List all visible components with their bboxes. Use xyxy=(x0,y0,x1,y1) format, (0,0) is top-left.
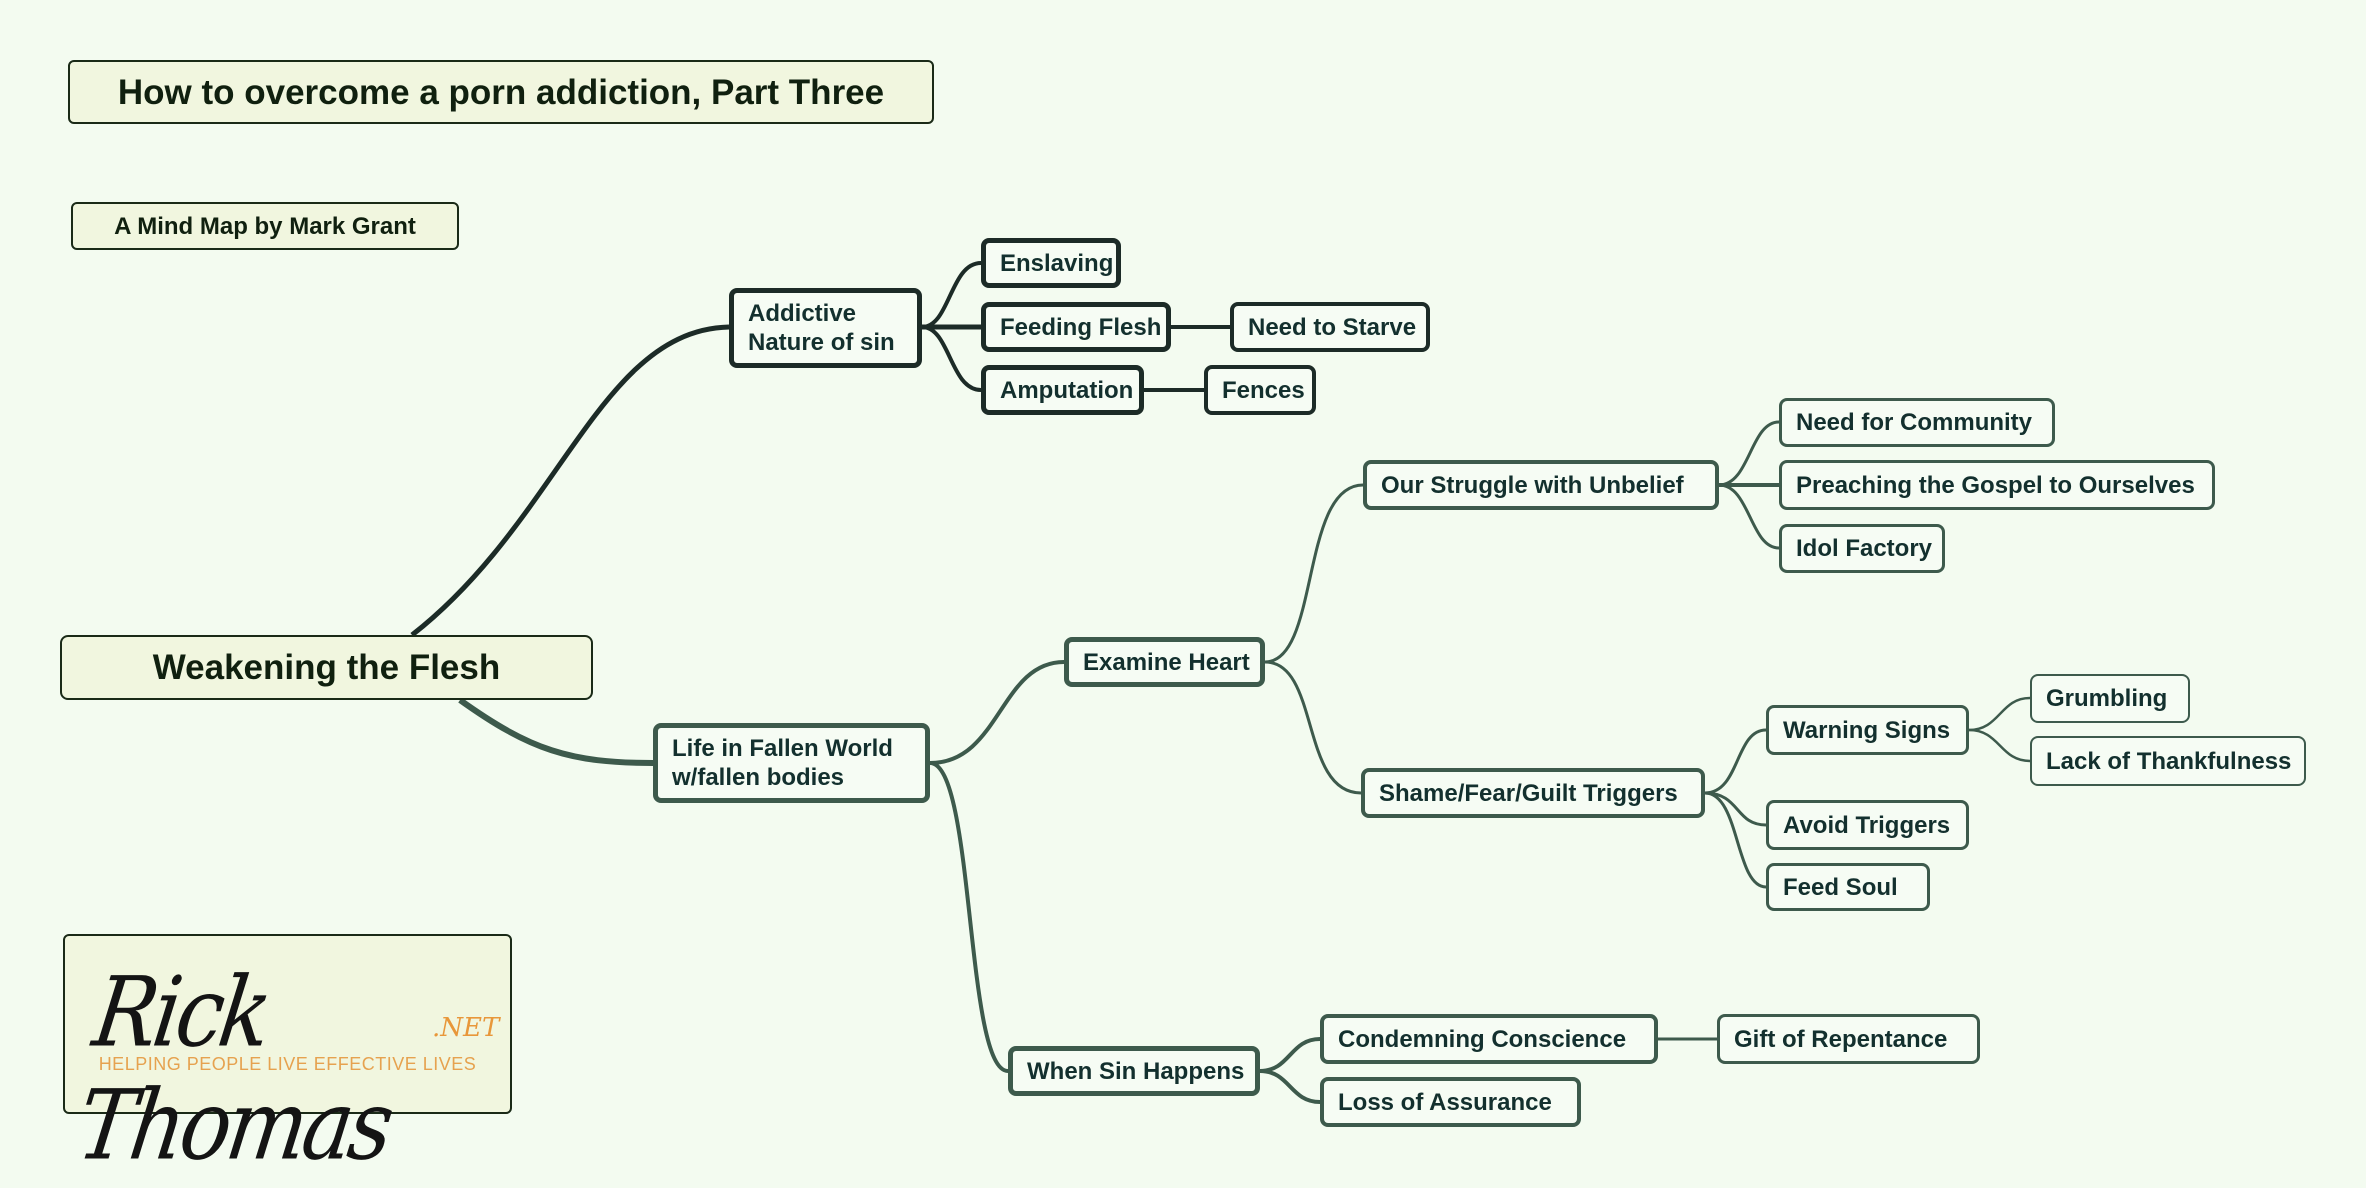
link-warning-grumbling xyxy=(1968,696,2031,732)
node-warning-signs[interactable]: Warning Signs xyxy=(1766,705,1969,755)
node-label: When Sin Happens xyxy=(1027,1057,1245,1085)
node-grumbling[interactable]: Grumbling xyxy=(2030,674,2190,723)
node-loss-of-assurance[interactable]: Loss of Assurance xyxy=(1320,1077,1581,1127)
node-label: Shame/Fear/Guilt Triggers xyxy=(1379,779,1678,807)
link-triggers-warning xyxy=(1704,728,1767,795)
logo-tagline: HELPING PEOPLE LIVE EFFECTIVE LIVES xyxy=(98,1054,477,1074)
node-label: Enslaving xyxy=(1000,249,1114,277)
node-preaching-the-gospel[interactable]: Preaching the Gospel to Ourselves xyxy=(1779,460,2215,510)
node-label: Fences xyxy=(1222,376,1305,404)
node-feeding-flesh[interactable]: Feeding Flesh xyxy=(981,302,1171,352)
node-label: Feed Soul xyxy=(1783,873,1898,901)
node-idol-factory[interactable]: Idol Factory xyxy=(1779,524,1945,573)
map-subtitle-text: A Mind Map by Mark Grant xyxy=(114,212,416,240)
map-title[interactable]: How to overcome a porn addiction, Part T… xyxy=(68,60,934,124)
link-fallen-whensin xyxy=(929,761,1009,1073)
map-title-text: How to overcome a porn addiction, Part T… xyxy=(117,72,885,112)
link-warning-lack xyxy=(1968,728,2031,763)
link-root-addictive xyxy=(410,324,730,637)
node-label: Need for Community xyxy=(1796,409,2033,436)
node-label-line1: Addictive xyxy=(748,300,857,327)
node-fences[interactable]: Fences xyxy=(1204,365,1316,415)
link-struggle-community xyxy=(1718,420,1780,487)
root-node[interactable]: Weakening the Flesh xyxy=(60,635,593,700)
link-addictive-amputation xyxy=(921,325,982,392)
node-label: Loss of Assurance xyxy=(1338,1088,1552,1116)
node-shame-fear-guilt-triggers[interactable]: Shame/Fear/Guilt Triggers xyxy=(1361,768,1705,818)
link-addictive-enslaving xyxy=(921,261,982,329)
node-when-sin-happens[interactable]: When Sin Happens xyxy=(1008,1046,1260,1096)
node-label-line2: w/fallen bodies xyxy=(672,764,845,791)
node-label: Gift of Repentance xyxy=(1734,1025,1948,1053)
node-label: Need to Starve xyxy=(1248,313,1417,341)
node-need-to-starve[interactable]: Need to Starve xyxy=(1230,302,1430,352)
node-label: Grumbling xyxy=(2046,685,2168,712)
logo-tld: .NET xyxy=(432,1013,500,1043)
link-examine-triggers xyxy=(1264,660,1362,795)
node-avoid-triggers[interactable]: Avoid Triggers xyxy=(1766,800,1969,850)
root-node-label: Weakening the Flesh xyxy=(152,648,501,687)
node-amputation[interactable]: Amputation xyxy=(981,365,1144,415)
link-examine-struggle xyxy=(1264,483,1364,664)
node-label-line1: Life in Fallen World xyxy=(672,735,893,762)
node-need-for-community[interactable]: Need for Community xyxy=(1779,398,2055,447)
node-label: Feeding Flesh xyxy=(1000,313,1162,341)
node-addictive-nature-of-sin[interactable]: Addictive Nature of sin xyxy=(729,288,922,368)
node-label: Preaching the Gospel to Ourselves xyxy=(1796,471,2195,499)
node-label: Lack of Thankfulness xyxy=(2046,747,2292,775)
node-label: Amputation xyxy=(1000,376,1134,404)
rick-thomas-logo[interactable]: Rick Thomas .NET HELPING PEOPLE LIVE EFF… xyxy=(63,934,512,1181)
node-label: Our Struggle with Unbelief xyxy=(1381,471,1684,499)
node-label: Examine Heart xyxy=(1083,648,1250,676)
link-whensin-condemning xyxy=(1259,1037,1321,1073)
node-label: Idol Factory xyxy=(1796,535,1933,562)
map-subtitle[interactable]: A Mind Map by Mark Grant xyxy=(71,202,459,250)
node-life-in-fallen-world[interactable]: Life in Fallen World w/fallen bodies xyxy=(653,723,930,803)
node-enslaving[interactable]: Enslaving xyxy=(981,238,1121,288)
link-triggers-avoid xyxy=(1704,791,1767,827)
node-our-struggle-with-unbelief[interactable]: Our Struggle with Unbelief xyxy=(1363,460,1719,510)
node-lack-of-thankfulness[interactable]: Lack of Thankfulness xyxy=(2030,736,2306,786)
node-feed-soul[interactable]: Feed Soul xyxy=(1766,863,1930,911)
node-label: Condemning Conscience xyxy=(1338,1025,1627,1053)
node-label: Warning Signs xyxy=(1783,716,1951,744)
node-examine-heart[interactable]: Examine Heart xyxy=(1064,637,1265,687)
link-whensin-loss xyxy=(1259,1069,1321,1104)
node-label-line2: Nature of sin xyxy=(748,329,895,356)
link-fallen-examine xyxy=(929,660,1065,765)
node-label: Avoid Triggers xyxy=(1783,811,1951,839)
link-root-fallen xyxy=(458,697,654,766)
link-struggle-idol xyxy=(1718,483,1780,550)
node-gift-of-repentance[interactable]: Gift of Repentance xyxy=(1717,1014,1980,1064)
node-condemning-conscience[interactable]: Condemning Conscience xyxy=(1320,1014,1658,1064)
